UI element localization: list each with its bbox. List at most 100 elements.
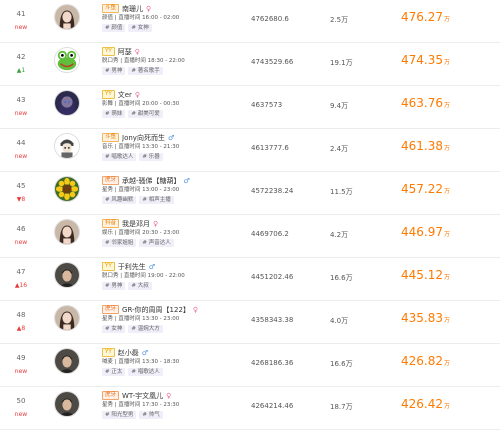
platform-badge: 斗鱼 (102, 133, 120, 142)
score: 426.82万 (401, 354, 450, 368)
ranking-row[interactable]: 45 ▼8 虎牙 承越-骚俤【糖葫】 ♂ 星秀 | 直播时间 13:00 - 2… (0, 172, 500, 215)
male-icon: ♂ (183, 176, 190, 185)
streamer-name[interactable]: Jony向死而生 (122, 133, 165, 143)
score-value: 461.38 (401, 139, 443, 153)
score-unit: 万 (444, 231, 451, 238)
rank-change-tag: ▲8 (16, 325, 26, 332)
score: 426.42万 (401, 397, 450, 411)
stream-detail: 娱乐 | 直播时间 20:30 - 23:00 (102, 230, 180, 236)
male-icon: ♂ (167, 133, 175, 142)
fans-count: 18.7万 (330, 403, 353, 411)
platform-badge: YY (102, 262, 115, 271)
streamer-name[interactable]: 南珊儿 (122, 4, 143, 14)
rank-number: 45 (16, 182, 26, 190)
anime-girl-icon[interactable] (54, 90, 80, 116)
stream-detail: 脱口秀 | 直播时间 19:00 - 22:00 (102, 273, 185, 279)
tag-chip[interactable]: # 唱歌达人 (102, 152, 137, 161)
score-unit: 万 (444, 59, 451, 66)
tag-chip[interactable]: # 男神 (102, 66, 126, 75)
streamer-name[interactable]: 赵小磊 (118, 348, 139, 358)
ranking-row[interactable]: 46 new 抖音 我是邓月 ♀ 娱乐 | 直播时间 20:30 - 23:00… (0, 215, 500, 258)
platform-badge: YY (102, 348, 115, 357)
tag-chip[interactable]: # 阳光型男 (102, 410, 137, 419)
portrait-man-icon[interactable] (54, 348, 80, 374)
tag-chip[interactable]: # 风趣幽默 (102, 195, 137, 204)
streamer-name[interactable]: 文er (118, 90, 132, 100)
tag-chip[interactable]: # 男神 (102, 281, 126, 290)
fans-count: 16.6万 (330, 274, 353, 282)
fans-count: 19.1万 (330, 59, 353, 67)
rank-change-tag: new (14, 24, 28, 31)
score: 446.97万 (401, 225, 450, 239)
male-icon: ♂ (148, 262, 156, 271)
rank-number: 41 (16, 10, 26, 18)
portrait-woman-icon[interactable] (54, 219, 80, 245)
popularity-value: 4268186.36 (251, 359, 294, 367)
ranking-row[interactable]: 41 new 斗鱼 南珊儿 ♀ 颜值 | 直播时间 16:00 - 02:00 … (0, 0, 500, 43)
streamer-name[interactable]: 阿瑟 (118, 47, 132, 57)
ranking-row[interactable]: 44 new 斗鱼 Jony向死而生 ♂ 音乐 | 直播时间 13:30 - 2… (0, 129, 500, 172)
score: 445.12万 (401, 268, 450, 282)
rank-number: 44 (16, 139, 26, 147)
score-unit: 万 (444, 16, 451, 23)
tag-chip[interactable]: # 萌妹 (102, 109, 126, 118)
tag-chip[interactable]: # 著名歌手 (128, 66, 163, 75)
ranking-row[interactable]: 50 new 虎牙 WT-宇文凰儿 ♀ 星秀 | 直播时间 17:30 - 23… (0, 387, 500, 430)
tag-chip[interactable]: # 温婉大方 (128, 324, 163, 333)
popularity-value: 4572238.24 (251, 187, 294, 195)
tag-chip[interactable]: # 大叔 (128, 281, 152, 290)
popularity-value: 4451202.46 (251, 273, 294, 281)
cartoon-boy-icon[interactable] (54, 133, 80, 159)
popularity-value: 4358343.38 (251, 316, 294, 324)
score: 461.38万 (401, 139, 450, 153)
tag-chip[interactable]: # 邻家姐姐 (102, 238, 137, 247)
streamer-name[interactable]: GR-你的周周【122】 (122, 305, 190, 315)
stream-detail: 音乐 | 直播时间 13:30 - 21:30 (102, 144, 180, 150)
ranking-row[interactable]: 47 ▲16 YY 于利先生 ♂ 脱口秀 | 直播时间 19:00 - 22:0… (0, 258, 500, 301)
fans-count: 9.4万 (330, 102, 349, 110)
streamer-info: YY 赵小磊 ♂ 喊麦 | 直播时间 13:30 - 18:30 # 正太 # … (102, 347, 267, 376)
ranking-row[interactable]: 42 ▲1 YY 阿瑟 ♀ 脱口秀 | 直播时间 18:30 - 22:00 #… (0, 43, 500, 86)
portrait-man-icon[interactable] (54, 262, 80, 288)
tag-chip[interactable]: # 乐器 (139, 152, 163, 161)
fans-count: 2.5万 (330, 16, 349, 24)
ranking-list: 41 new 斗鱼 南珊儿 ♀ 颜值 | 直播时间 16:00 - 02:00 … (0, 0, 500, 434)
stream-detail: 颜值 | 直播时间 16:00 - 02:00 (102, 15, 180, 21)
tag-chip[interactable]: # 唱歌达人 (128, 367, 163, 376)
popularity-value: 4762680.6 (251, 15, 289, 23)
portrait-man-icon[interactable] (54, 391, 80, 417)
portrait-woman-icon[interactable] (54, 305, 80, 331)
tag-chip[interactable]: # 相声主播 (139, 195, 174, 204)
sunflower-icon[interactable] (54, 176, 80, 202)
streamer-info: 虎牙 WT-宇文凰儿 ♀ 星秀 | 直播时间 17:30 - 23:30 # 阳… (102, 390, 267, 419)
female-icon: ♀ (146, 4, 152, 13)
fans-count: 2.4万 (330, 145, 349, 153)
streamer-name[interactable]: 于利先生 (118, 262, 146, 272)
score-value: 426.42 (401, 397, 443, 411)
streamer-name[interactable]: 我是邓月 (122, 219, 150, 229)
rank-change-tag: new (14, 239, 28, 246)
score-unit: 万 (444, 317, 451, 324)
rank-change-tag: new (14, 110, 28, 117)
tag-chip[interactable]: # 正太 (102, 367, 126, 376)
rank-number: 42 (16, 53, 26, 61)
tag-chip[interactable]: # 颜值 (102, 23, 126, 32)
tag-chip[interactable]: # 声音达人 (139, 238, 174, 247)
tag-chip[interactable]: # 女神 (102, 324, 126, 333)
tag-chip[interactable]: # 帅气 (139, 410, 163, 419)
tag-chip[interactable]: # 甜美可爱 (128, 109, 163, 118)
ranking-row[interactable]: 48 ▲8 虎牙 GR-你的周周【122】 ♀ 星秀 | 直播时间 13:30 … (0, 301, 500, 344)
stream-detail: 星秀 | 直播时间 13:30 - 23:00 (102, 316, 180, 322)
ranking-row[interactable]: 49 new YY 赵小磊 ♂ 喊麦 | 直播时间 13:30 - 18:30 … (0, 344, 500, 387)
rank-number: 50 (16, 397, 26, 405)
score-value: 476.27 (401, 10, 443, 24)
portrait-woman-icon[interactable] (54, 4, 80, 30)
tag-chip[interactable]: # 女神 (128, 23, 152, 32)
frog-icon[interactable] (54, 47, 80, 73)
streamer-name[interactable]: WT-宇文凰儿 (122, 391, 163, 401)
rank-change-tag: new (14, 368, 28, 375)
rank-number: 43 (16, 96, 26, 104)
streamer-name[interactable]: 承越-骚俤【糖葫】 (122, 176, 181, 186)
ranking-row[interactable]: 43 new YY 文er ♀ 影舞 | 直播时间 20:00 - 00:30 … (0, 86, 500, 129)
rank-number: 47 (16, 268, 26, 276)
